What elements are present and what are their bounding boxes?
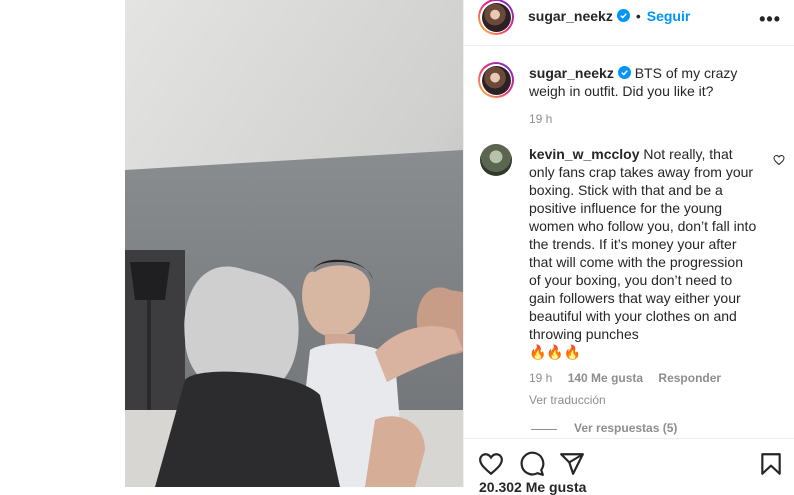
post-video[interactable] xyxy=(125,0,463,487)
avatar-image xyxy=(481,2,511,32)
caption: sugar_neekz BTS of my crazy weigh in out… xyxy=(529,64,759,126)
reply-button[interactable]: Responder xyxy=(658,371,721,385)
replies-line xyxy=(531,429,557,430)
avatar-image xyxy=(481,65,511,95)
caption-username[interactable]: sugar_neekz xyxy=(529,65,614,81)
commenter-avatar[interactable] xyxy=(480,144,512,176)
likes-count[interactable]: 20.302 Me gusta xyxy=(479,479,586,495)
author-username[interactable]: sugar_neekz xyxy=(528,8,613,24)
comment: kevin_w_mccloy Not really, that only fan… xyxy=(529,145,757,407)
heart-icon[interactable] xyxy=(773,154,785,166)
comment-username[interactable]: kevin_w_mccloy xyxy=(529,146,640,162)
share-icon[interactable] xyxy=(559,451,585,477)
video-frame xyxy=(125,0,463,487)
left-margin xyxy=(0,0,125,487)
post-details-panel: sugar_neekz • Seguir ••• sugar_neekz BTS o… xyxy=(463,0,794,487)
follow-button[interactable]: Seguir xyxy=(647,8,691,24)
caption-time: 19 h xyxy=(529,112,553,126)
comment-text: Not really, that only fans crap takes aw… xyxy=(529,146,757,342)
separator-dot: • xyxy=(635,8,641,24)
verified-badge-icon xyxy=(617,66,631,79)
heart-icon[interactable] xyxy=(478,451,504,477)
comment-time: 19 h xyxy=(529,371,553,385)
verified-badge-icon xyxy=(616,9,630,22)
save-icon[interactable] xyxy=(758,451,784,477)
caption-avatar[interactable] xyxy=(478,62,514,98)
view-replies-button[interactable]: Ver respuestas (5) xyxy=(574,421,677,435)
comment-likes[interactable]: 140 Me gusta xyxy=(568,371,643,385)
comments-list[interactable]: sugar_neekz BTS of my crazy weigh in out… xyxy=(464,46,794,438)
comment-emoji: 🔥🔥🔥 xyxy=(529,344,582,360)
more-options-icon[interactable]: ••• xyxy=(759,9,781,30)
author-avatar[interactable] xyxy=(478,0,514,35)
translate-link[interactable]: Ver traducción xyxy=(529,393,757,407)
comment-icon[interactable] xyxy=(519,451,545,477)
post-header: sugar_neekz • Seguir ••• xyxy=(464,0,794,46)
